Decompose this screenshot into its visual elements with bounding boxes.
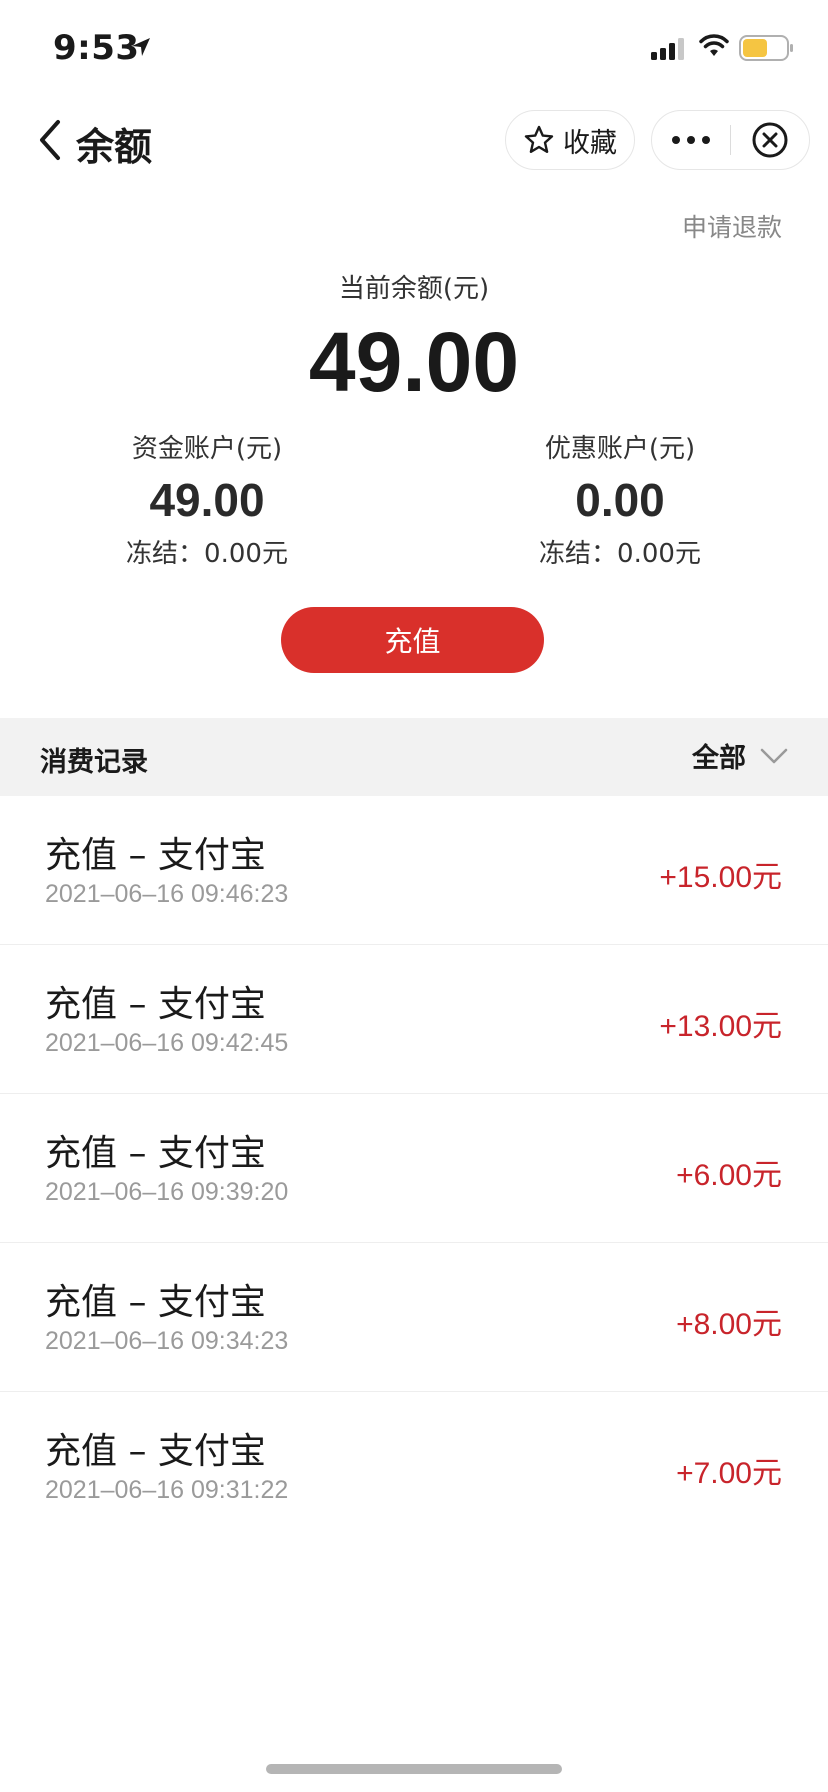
- record-title: 充值 – 支付宝: [45, 1431, 266, 1472]
- promo-account-frozen: 冻结：0.00元: [539, 539, 701, 569]
- signal-icon: [651, 38, 684, 60]
- list-item[interactable]: 充值 – 支付宝 2021–06–16 09:42:45 +13.00元: [0, 945, 828, 1094]
- close-button[interactable]: [731, 111, 809, 169]
- home-indicator: [266, 1764, 562, 1774]
- more-button[interactable]: [652, 111, 730, 169]
- star-icon: [524, 125, 554, 153]
- balance-value: 49.00: [308, 315, 520, 409]
- favorite-button[interactable]: 收藏: [505, 110, 635, 170]
- record-title: 充值 – 支付宝: [45, 1282, 266, 1323]
- record-title: 充值 – 支付宝: [45, 984, 266, 1025]
- record-time: 2021–06–16 09:39:20: [45, 1178, 289, 1206]
- recharge-button[interactable]: 充值: [281, 607, 544, 673]
- records-filter-dropdown[interactable]: 全部: [692, 736, 788, 775]
- back-chevron-icon: [40, 120, 60, 160]
- wifi-icon: [699, 34, 729, 56]
- promo-account-value: 0.00: [575, 474, 665, 526]
- record-amount: +8.00元: [676, 1308, 782, 1341]
- battery-icon: [739, 35, 793, 61]
- favorite-label: 收藏: [563, 127, 617, 159]
- fund-account-frozen: 冻结：0.00元: [126, 539, 288, 569]
- record-time: 2021–06–16 09:46:23: [45, 880, 289, 908]
- mini-program-capsule: [651, 110, 810, 170]
- more-dots-icon: [672, 136, 710, 144]
- record-amount: +15.00元: [659, 861, 782, 894]
- records-header: 消费记录 全部: [0, 718, 828, 796]
- promo-account: 优惠账户(元) 0.00 冻结：0.00元: [460, 428, 780, 570]
- record-time: 2021–06–16 09:31:22: [45, 1476, 289, 1504]
- list-item[interactable]: 充值 – 支付宝 2021–06–16 09:31:22 +7.00元: [0, 1392, 828, 1540]
- records-title: 消费记录: [40, 747, 148, 778]
- record-title: 充值 – 支付宝: [45, 1133, 266, 1174]
- filter-label: 全部: [692, 743, 746, 774]
- records-list: 充值 – 支付宝 2021–06–16 09:46:23 +15.00元 充值 …: [0, 796, 828, 1540]
- chevron-down-icon: [760, 748, 788, 763]
- fund-account: 资金账户(元) 49.00 冻结：0.00元: [47, 428, 367, 570]
- promo-account-label: 优惠账户(元): [544, 434, 696, 464]
- fund-account-value: 49.00: [149, 474, 265, 526]
- refund-link[interactable]: 申请退款: [682, 208, 782, 244]
- back-button[interactable]: [36, 118, 72, 164]
- record-amount: +13.00元: [659, 1010, 782, 1043]
- page-title: 余额: [76, 125, 153, 169]
- record-title: 充值 – 支付宝: [45, 835, 266, 876]
- balance-label: 当前余额(元): [338, 274, 490, 304]
- record-amount: +6.00元: [676, 1159, 782, 1192]
- record-time: 2021–06–16 09:42:45: [45, 1029, 289, 1057]
- record-time: 2021–06–16 09:34:23: [45, 1327, 289, 1355]
- list-item[interactable]: 充值 – 支付宝 2021–06–16 09:39:20 +6.00元: [0, 1094, 828, 1243]
- list-item[interactable]: 充值 – 支付宝 2021–06–16 09:34:23 +8.00元: [0, 1243, 828, 1392]
- location-arrow-icon: [132, 38, 150, 56]
- fund-account-label: 资金账户(元): [131, 434, 283, 464]
- list-item[interactable]: 充值 – 支付宝 2021–06–16 09:46:23 +15.00元: [0, 796, 828, 945]
- status-time: 9:53: [53, 28, 140, 68]
- record-amount: +7.00元: [676, 1457, 782, 1490]
- close-circle-icon: [752, 122, 788, 158]
